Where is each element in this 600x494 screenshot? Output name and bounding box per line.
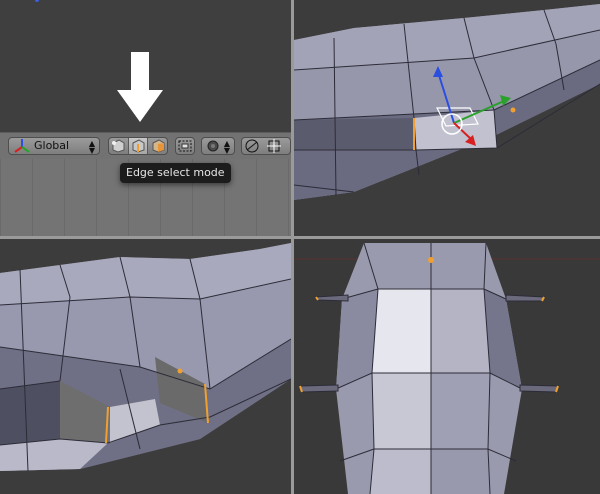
viewport-top-left[interactable]: Global ▲ ▼ ▲ ▼ Edge select mode <box>0 0 291 236</box>
pivot-dot <box>428 257 434 263</box>
transform-orientation-select[interactable]: Global ▲ ▼ <box>8 137 100 155</box>
snap-icons <box>245 139 281 153</box>
pivot-dot <box>177 368 183 374</box>
arrow-shaft <box>131 52 149 92</box>
gizmo-tip <box>35 0 39 2</box>
limit-selection-button[interactable] <box>175 137 195 155</box>
updown-icon: ▲ ▼ <box>223 139 231 155</box>
orientation-label: Global <box>34 139 70 152</box>
vertex-select-icon <box>112 139 125 153</box>
pointer-arrow-graphic <box>35 0 163 122</box>
updown-icon: ▲ ▼ <box>88 139 96 155</box>
circle-dot-icon <box>207 140 219 152</box>
viewport-bottom-right[interactable] <box>294 239 600 494</box>
mesh-view-bottom-left <box>0 243 291 472</box>
viewport-top-right[interactable] <box>294 0 600 236</box>
edge-select-icon <box>132 139 145 153</box>
orientation-axis-icon <box>14 139 30 153</box>
edge-select-button[interactable] <box>128 138 149 154</box>
occlusion-icon <box>178 140 192 152</box>
edge-select-tooltip: Edge select mode <box>120 163 231 183</box>
blender-quad-view: Global ▲ ▼ ▲ ▼ Edge select mode <box>0 0 600 494</box>
vertex-select-button[interactable] <box>109 138 129 154</box>
viewport-bottom-left[interactable] <box>0 239 291 494</box>
extrusion-bottom-left <box>299 384 339 393</box>
snap-controls[interactable] <box>241 137 291 155</box>
extrusion-top-right <box>505 294 545 302</box>
extrusion-bottom-right <box>519 384 559 393</box>
proportional-edit-select[interactable]: ▲ ▼ <box>201 137 235 155</box>
pivot-dot <box>510 107 516 113</box>
arrow-head <box>117 90 163 122</box>
face-select-button[interactable] <box>148 138 167 154</box>
mesh-view-bottom-right <box>294 242 600 494</box>
face-select-icon <box>152 139 165 153</box>
mesh-view-top-right <box>294 4 600 200</box>
selection-mode-group <box>108 137 168 155</box>
viewport-header: Global ▲ ▼ ▲ ▼ <box>0 132 291 160</box>
extrusion-top-left <box>315 294 349 302</box>
